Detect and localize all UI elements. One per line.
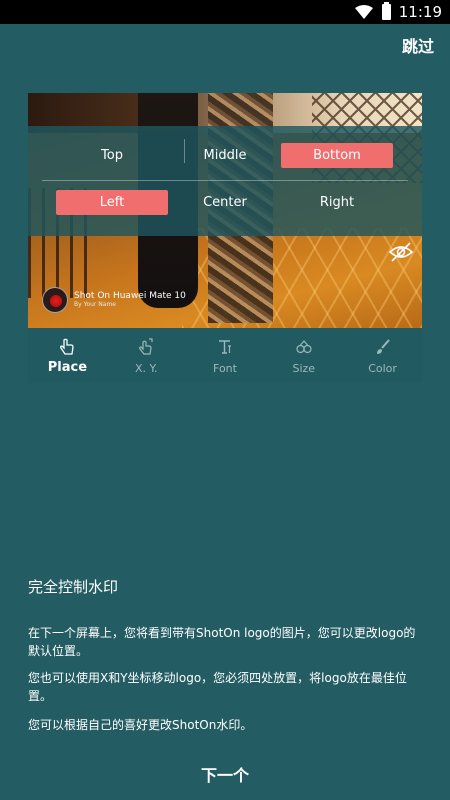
position-top-button[interactable]: Top xyxy=(56,143,168,168)
scale-icon xyxy=(296,340,312,354)
watermark-sample: Shot On Huawei Mate 10 By Your Name xyxy=(42,285,186,315)
status-icons: 11:19 xyxy=(354,0,442,24)
huawei-logo-icon xyxy=(42,287,68,313)
tool-size[interactable]: Size xyxy=(264,328,343,383)
tool-size-label: Size xyxy=(292,362,316,375)
wifi-icon xyxy=(354,5,373,19)
tool-font[interactable]: Font xyxy=(186,328,265,383)
tool-place-label: Place xyxy=(47,360,88,375)
page-title: 完全控制水印 xyxy=(28,578,119,596)
position-center-button[interactable]: Center xyxy=(169,190,281,215)
tool-place[interactable]: Place xyxy=(28,328,107,383)
drag-hand-icon xyxy=(139,338,153,355)
status-bar: 11:19 xyxy=(0,0,450,24)
tool-color-label: Color xyxy=(368,362,397,375)
position-right-button[interactable]: Right xyxy=(281,190,393,215)
description-paragraph-3: 您可以根据自己的喜好更改ShotOn水印。 xyxy=(28,718,253,732)
horizontal-position-row: Left Center Right xyxy=(28,190,422,220)
vertical-position-row: Top Middle Bottom xyxy=(28,139,422,173)
position-bottom-button[interactable]: Bottom xyxy=(281,143,393,168)
skip-button[interactable]: 跳过 xyxy=(402,33,434,57)
position-divider xyxy=(42,180,408,181)
watermark-subtitle: By Your Name xyxy=(74,300,116,308)
edit-toolbar: Place X. Y. Font Size Color xyxy=(28,328,422,383)
tool-color[interactable]: Color xyxy=(343,328,422,383)
position-left-button[interactable]: Left xyxy=(56,190,168,215)
watermark-preview: Top Middle Bottom Left Center Right Shot… xyxy=(28,93,422,388)
next-button[interactable]: 下一个 xyxy=(0,762,450,786)
description-paragraph-1: 在下一个屏幕上，您将看到带有ShotOn logo的图片，您可以更改logo的默… xyxy=(28,626,416,658)
eye-off-icon[interactable] xyxy=(388,241,414,263)
position-middle-button[interactable]: Middle xyxy=(169,143,281,168)
tool-font-label: Font xyxy=(213,362,237,375)
battery-icon xyxy=(381,2,391,20)
tool-xy[interactable]: X. Y. xyxy=(107,328,186,383)
status-time: 11:19 xyxy=(398,3,442,21)
description-paragraph-2: 您也可以使用X和Y坐标移动logo，您必须四处放置，将logo放在最佳位置。 xyxy=(28,671,407,703)
position-selector: Top Middle Bottom Left Center Right xyxy=(28,126,422,236)
brush-icon xyxy=(376,339,390,354)
tool-xy-label: X. Y. xyxy=(134,362,158,375)
hand-pointer-icon xyxy=(60,338,75,355)
preview-photo: Top Middle Bottom Left Center Right Shot… xyxy=(28,93,422,328)
font-icon xyxy=(218,340,231,354)
